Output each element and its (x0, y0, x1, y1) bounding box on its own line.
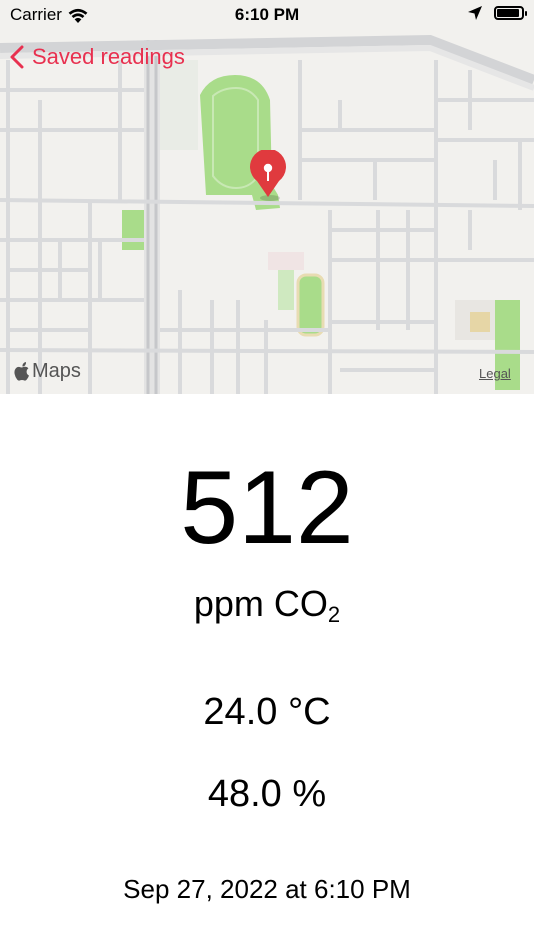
co2-unit-subscript: 2 (327, 602, 341, 627)
back-button[interactable]: Saved readings (10, 44, 185, 70)
battery-fill (497, 9, 519, 17)
carrier-info: Carrier (10, 5, 88, 25)
apple-logo-icon (14, 362, 29, 381)
co2-unit: ppm CO2 (0, 582, 534, 637)
maps-brand: Maps (14, 360, 81, 383)
back-button-label: Saved readings (32, 44, 185, 69)
carrier-label: Carrier (10, 5, 62, 24)
maps-brand-label: Maps (32, 360, 81, 382)
co2-unit-prefix: ppm CO (193, 583, 328, 624)
battery-icon (494, 6, 527, 20)
location-arrow-icon (468, 6, 482, 20)
temperature-value: 24.0 °C (203, 691, 331, 733)
legal-link[interactable]: Legal (479, 366, 511, 381)
reading-timestamp: Sep 27, 2022 at 6:10 PM (123, 874, 411, 904)
status-bar: Carrier 6:10 PM (0, 0, 534, 32)
humidity-value: 48.0 % (207, 773, 327, 815)
location-pin-icon[interactable] (246, 150, 290, 202)
status-right (468, 6, 527, 20)
co2-value: 512 (180, 450, 354, 566)
wifi-icon (68, 8, 88, 23)
chevron-left-icon (10, 45, 24, 69)
